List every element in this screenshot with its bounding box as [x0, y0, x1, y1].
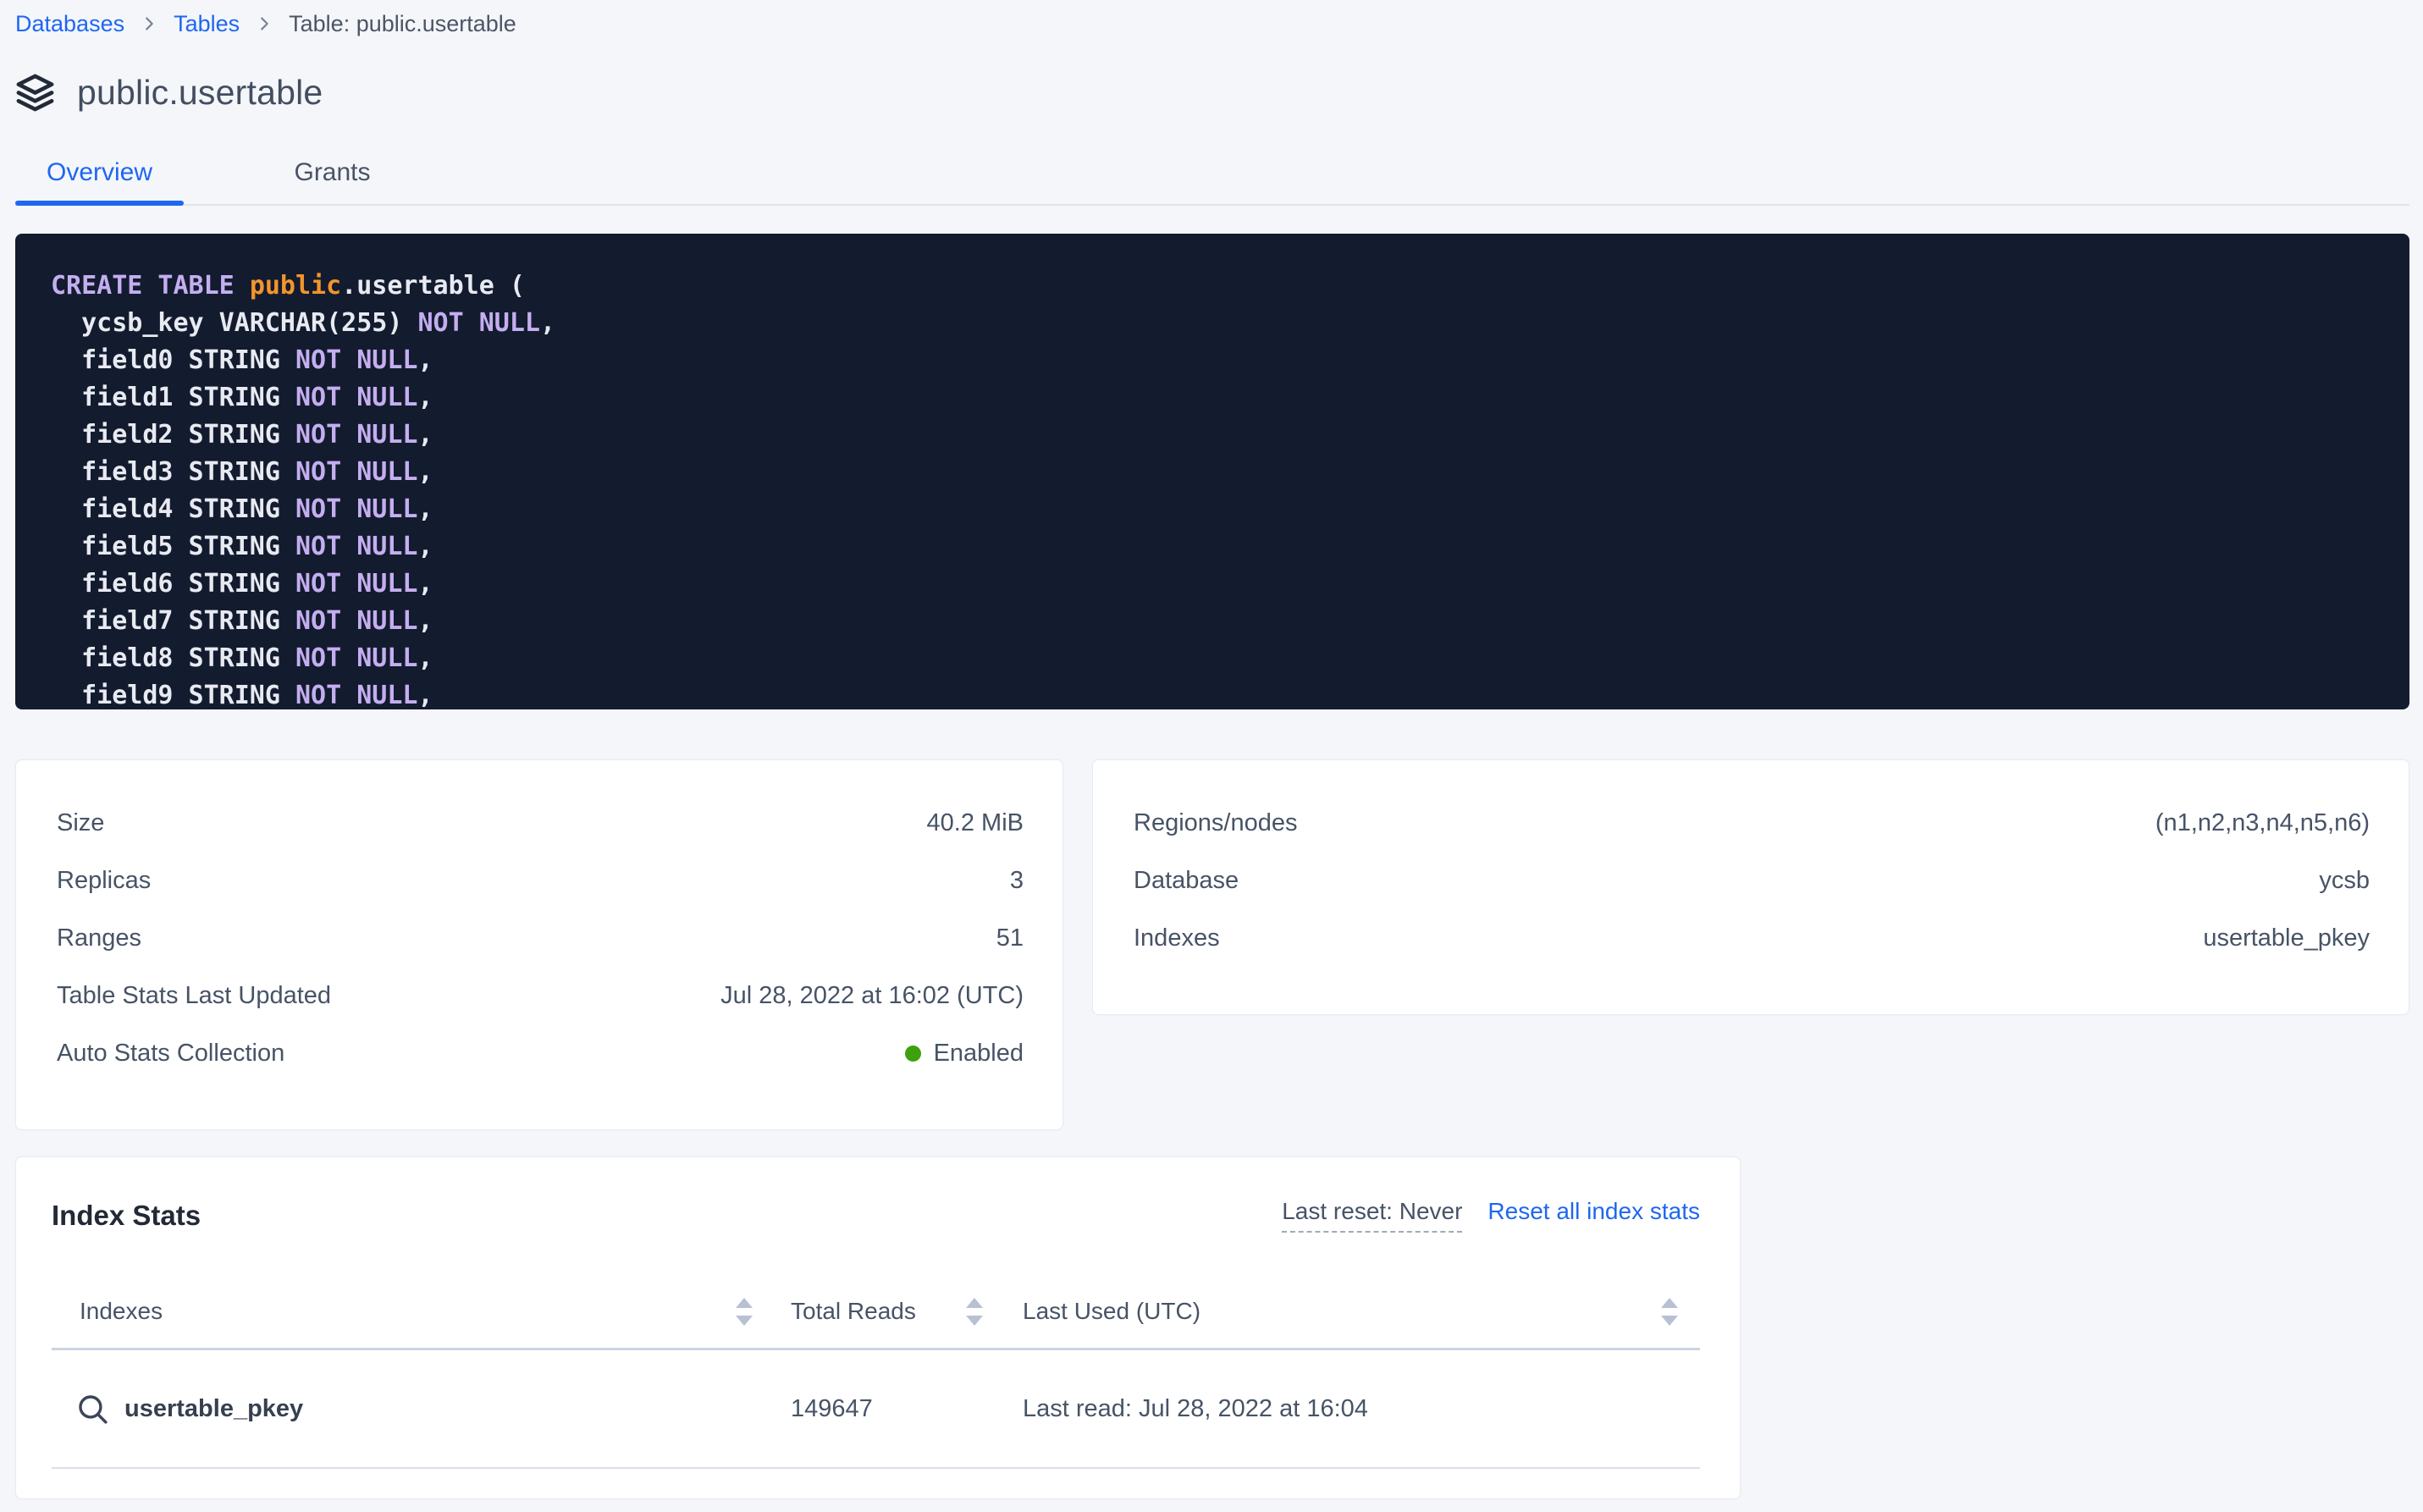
- sql-code-line: field8 STRING NOT NULL,: [51, 640, 2376, 677]
- sort-carets-icon: [966, 1298, 983, 1326]
- stat-label: Ranges: [57, 924, 141, 952]
- column-header-label: Indexes: [80, 1298, 163, 1325]
- create-statement-code-block: CREATE TABLE public.usertable ( ycsb_key…: [15, 234, 2409, 709]
- total-reads-value: 149647: [763, 1395, 993, 1423]
- page-title: public.usertable: [77, 73, 323, 113]
- stat-value: (n1,n2,n3,n4,n5,n6): [2155, 809, 2370, 837]
- breadcrumb-item-databases[interactable]: Databases: [15, 11, 124, 37]
- sql-code-line: field9 STRING NOT NULL,: [51, 677, 2376, 709]
- tab-grants[interactable]: Grants: [248, 158, 417, 204]
- sql-code-line: field2 STRING NOT NULL,: [51, 417, 2376, 454]
- index-stats-title: Index Stats: [52, 1200, 201, 1232]
- index-stats-card: Index Stats Last reset: Never Reset all …: [15, 1156, 1741, 1499]
- stat-label: Auto Stats Collection: [57, 1040, 284, 1068]
- stat-value: Enabled: [905, 1040, 1024, 1068]
- layers-icon: [15, 73, 55, 113]
- sql-code-line: field1 STRING NOT NULL,: [51, 379, 2376, 417]
- stat-value: 3: [1010, 867, 1024, 895]
- sql-code-line: field7 STRING NOT NULL,: [51, 603, 2376, 640]
- stat-label: Table Stats Last Updated: [57, 982, 331, 1010]
- chevron-right-icon: [255, 14, 273, 33]
- status-dot: [905, 1046, 921, 1062]
- sort-carets-icon: [736, 1298, 753, 1326]
- index-table-body: usertable_pkey 149647Last read: Jul 28, 2…: [52, 1350, 1700, 1469]
- page-header: public.usertable: [15, 73, 2409, 113]
- search-icon: [75, 1392, 110, 1426]
- column-header-total-reads[interactable]: Total Reads: [763, 1275, 993, 1348]
- stat-row: Replicas 3: [57, 852, 1024, 909]
- breadcrumb-item-tables[interactable]: Tables: [174, 11, 240, 37]
- sql-code-line: CREATE TABLE public.usertable (: [51, 268, 2376, 305]
- database-details-card: Regions/nodes (n1,n2,n3,n4,n5,n6) Database…: [1092, 759, 2409, 1015]
- stat-label: Regions/nodes: [1134, 809, 1297, 837]
- stat-label: Database: [1134, 867, 1239, 895]
- index-stats-header: Index Stats Last reset: Never Reset all …: [52, 1198, 1700, 1233]
- index-table-header: Indexes Total Reads Last Used (UTC): [52, 1275, 1700, 1350]
- stat-label: Replicas: [57, 867, 151, 895]
- stat-row: Indexes usertable_pkey: [1134, 909, 2370, 967]
- sql-code-line: field5 STRING NOT NULL,: [51, 528, 2376, 566]
- stat-value: usertable_pkey: [2203, 924, 2370, 952]
- index-name-link[interactable]: usertable_pkey: [124, 1395, 303, 1423]
- stat-row: Regions/nodes (n1,n2,n3,n4,n5,n6): [1134, 794, 2370, 852]
- column-header-label: Total Reads: [791, 1298, 916, 1325]
- sql-code-line: field3 STRING NOT NULL,: [51, 454, 2376, 491]
- column-header-last-used-utc-[interactable]: Last Used (UTC): [993, 1275, 1700, 1348]
- table-row: usertable_pkey 149647Last read: Jul 28, 2…: [52, 1350, 1700, 1469]
- stat-row: Ranges 51: [57, 909, 1024, 967]
- stat-row: Size 40.2 MiB: [57, 794, 1024, 852]
- index-name-cell: usertable_pkey: [52, 1392, 763, 1426]
- stat-value: 40.2 MiB: [927, 809, 1024, 837]
- stat-label: Size: [57, 809, 104, 837]
- tab-overview[interactable]: Overview: [15, 158, 184, 204]
- last-reset-label[interactable]: Last reset: Never: [1282, 1198, 1462, 1233]
- table-detail-page: Databases Tables Table: public.usertable p…: [0, 0, 2423, 1499]
- breadcrumb: Databases Tables Table: public.usertable: [15, 8, 2409, 39]
- breadcrumb-item-table-public-usertable: Table: public.usertable: [289, 11, 516, 37]
- last-used-value: Last read: Jul 28, 2022 at 16:04: [993, 1395, 1700, 1423]
- column-header-label: Last Used (UTC): [1023, 1298, 1200, 1325]
- sql-code-line: field0 STRING NOT NULL,: [51, 342, 2376, 379]
- sql-code-line: field6 STRING NOT NULL,: [51, 566, 2376, 603]
- stat-row: Database ycsb: [1134, 852, 2370, 909]
- sql-code-line: field4 STRING NOT NULL,: [51, 491, 2376, 528]
- stat-row: Auto Stats Collection Enabled: [57, 1024, 1024, 1082]
- reset-all-index-stats-link[interactable]: Reset all index stats: [1487, 1198, 1700, 1225]
- stat-row: Table Stats Last Updated Jul 28, 2022 at …: [57, 967, 1024, 1024]
- stat-value: ycsb: [2319, 867, 2370, 895]
- table-details-card: Size 40.2 MiB Replicas 3 Ranges 51 Table Stats…: [15, 759, 1063, 1130]
- chevron-right-icon: [140, 14, 158, 33]
- sql-code-line: ycsb_key VARCHAR(255) NOT NULL,: [51, 305, 2376, 342]
- stat-label: Indexes: [1134, 924, 1220, 952]
- sort-carets-icon: [1661, 1298, 1678, 1326]
- tab-bar: Overview Grants: [15, 158, 2409, 206]
- stat-value: Jul 28, 2022 at 16:02 (UTC): [720, 982, 1024, 1010]
- index-stats-reset-area: Last reset: Never Reset all index stats: [1282, 1198, 1700, 1233]
- column-header-indexes[interactable]: Indexes: [52, 1275, 763, 1348]
- stat-value: 51: [996, 924, 1024, 952]
- details-cards-row: Size 40.2 MiB Replicas 3 Ranges 51 Table Stats…: [15, 759, 2409, 1130]
